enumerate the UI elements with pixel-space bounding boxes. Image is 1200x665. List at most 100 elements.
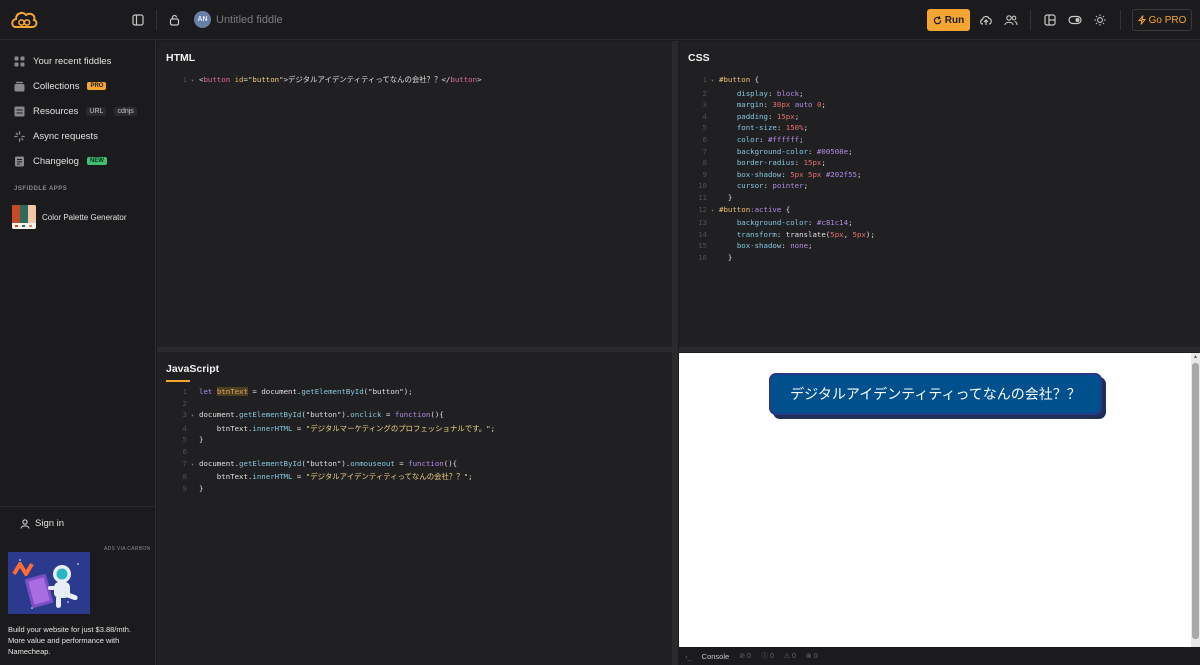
code-line[interactable]: 4 padding: 15px; (693, 111, 875, 123)
code-line[interactable]: 15 box-shadow: none; (693, 240, 875, 252)
code-token: } (719, 192, 733, 202)
code-line[interactable]: 3 margin: 30px auto 0; (693, 99, 875, 111)
demo-button[interactable]: デジタルアイデンティティってなんの会社？？ (769, 373, 1102, 415)
console-count-error: ⊗ 0 (805, 653, 818, 660)
code-line[interactable]: 1 ▾ <button id="button">デジタルアイデンティティってなんの会… (173, 74, 482, 88)
code-line[interactable]: 3 ▾ document.getElementById("button").oncl… (173, 409, 495, 423)
code-token: font-size (736, 123, 777, 133)
code-token: getElementById (239, 410, 302, 420)
code-line[interactable]: 9} (173, 483, 495, 495)
line-number: 10 (698, 181, 707, 191)
code-line[interactable]: 11 } (693, 192, 875, 204)
go-pro-label: Go PRO (1148, 14, 1187, 26)
sign-in-button[interactable]: Sign in (20, 518, 64, 529)
ad-illustration (8, 552, 90, 614)
fold-arrow-icon[interactable]: ▾ (711, 206, 719, 218)
toggle-icon[interactable] (1067, 12, 1083, 28)
sidebar-item-recent-fiddles[interactable]: Your recent fiddles (13, 53, 111, 69)
run-button[interactable]: Run (927, 9, 970, 31)
code-token: id (234, 75, 244, 84)
fold-arrow-icon[interactable]: ▾ (191, 411, 199, 423)
code-line[interactable]: 1 ▾ #button { (693, 74, 875, 88)
sidebar-item-async-requests[interactable]: Async requests (13, 128, 98, 144)
lock-icon[interactable] (166, 12, 182, 28)
code-line[interactable]: 9 box-shadow: 5px 5px #202f55; (693, 169, 875, 181)
app-color-palette-generator[interactable]: Color Palette Generator (12, 205, 127, 229)
code-token: : translate( (776, 229, 831, 239)
code-token: ; (857, 169, 862, 179)
javascript-pane-title: JavaScript (166, 363, 220, 375)
theme-sun-icon[interactable] (1092, 12, 1108, 28)
ad-image[interactable] (8, 552, 90, 614)
sidebar-item-collections[interactable]: Collections PRO (13, 78, 107, 94)
refresh-icon (933, 15, 942, 24)
code-line[interactable]: 5 font-size: 150%; (693, 122, 875, 134)
code-token: display (736, 88, 768, 98)
code-token: btnText. (199, 423, 253, 433)
new-badge: NEW (86, 157, 107, 165)
code-line[interactable]: 8 border-radius: 15px; (693, 157, 875, 169)
code-line[interactable]: 16 } (693, 252, 875, 264)
fold-arrow-icon[interactable]: ▾ (191, 460, 199, 472)
code-line[interactable]: 7 ▾ document.getElementById("button").onmo… (173, 458, 495, 472)
code-token: background-color (736, 218, 809, 228)
avatar[interactable]: AN (194, 11, 211, 28)
code-token: : (808, 218, 817, 228)
code-line[interactable]: 6 (173, 446, 495, 458)
code-token: ("button"). (301, 458, 351, 468)
css-code[interactable]: 1 ▾ #button {2 display: block; 3 margin: 30… (693, 74, 875, 264)
code-line[interactable]: 7 background-color: #00508e; (693, 146, 875, 158)
code-line[interactable]: 6 color: #ffffff; (693, 134, 875, 146)
result-scrollbar[interactable]: ▲ (1191, 353, 1200, 647)
scroll-up-icon[interactable]: ▲ (1193, 354, 1198, 360)
sidebar-item-label: Resources (33, 105, 79, 117)
collaborate-users-icon[interactable] (1003, 12, 1019, 28)
result-preview[interactable]: デジタルアイデンティティってなんの会社？？ (679, 353, 1191, 647)
code-token: { (750, 75, 760, 84)
console-chevron-icon: ›_ (685, 651, 692, 661)
app-label: Color Palette Generator (42, 212, 127, 222)
fiddle-title[interactable]: Untitled fiddle (216, 14, 283, 26)
code-line[interactable]: 4 btnText.innerHTML = "デジタルマーケティングのプロフェッ… (173, 423, 496, 435)
upload-cloud-icon[interactable] (978, 12, 994, 28)
code-token: ; (848, 218, 853, 228)
fold-arrow-icon[interactable]: ▾ (191, 76, 199, 88)
javascript-editor-pane[interactable]: JavaScript 1 let btnText = document.getEl… (157, 352, 672, 665)
html-editor-pane[interactable]: HTML 1 ▾ <button id="button">デジタルアイデンティティっ… (157, 41, 672, 347)
code-line[interactable]: 2 display: block; (693, 88, 875, 100)
go-pro-button[interactable]: Go PRO (1132, 9, 1192, 31)
code-token: onmouseout (350, 458, 395, 468)
code-token: ; (808, 241, 813, 251)
horizontal-splitter-right[interactable] (679, 347, 1200, 352)
code-token: background-color (736, 146, 809, 156)
html-code[interactable]: 1 ▾ <button id="button">デジタルアイデンティティってなんの会… (173, 74, 482, 88)
ad-text[interactable]: Build your website for just $3.88/mth. M… (8, 624, 148, 657)
vertical-splitter[interactable] (672, 41, 678, 665)
javascript-code[interactable]: 1 let btnText = document.getElementById("… (173, 386, 495, 494)
code-line[interactable]: 2 (173, 398, 495, 410)
sidebar-item-resources[interactable]: Resources URL cdnjs (13, 103, 137, 119)
console-bar[interactable]: ›_ Console ⊘ 0 ⓘ 0 ⚠ 0 ⊗ 0 (679, 647, 1200, 665)
code-line[interactable]: 12 ▾ #button:active { (693, 204, 875, 218)
code-token: (){ (443, 458, 458, 468)
code-token: ; (799, 134, 804, 144)
layout-icon[interactable] (1042, 12, 1058, 28)
console-label[interactable]: Console (702, 652, 730, 661)
code-token: ; (490, 423, 496, 433)
code-line[interactable]: 13 background-color: #c81c14; (693, 217, 875, 229)
jsfiddle-logo-icon[interactable] (10, 8, 38, 32)
sidebar-toggle-icon[interactable] (130, 12, 146, 28)
code-line[interactable]: 8 btnText.innerHTML = "デジタルアイデンティティってなんの… (173, 471, 495, 483)
code-line[interactable]: 1 let btnText = document.getElementById("… (173, 386, 495, 398)
spinner-icon (13, 130, 25, 142)
divider (1030, 10, 1031, 30)
code-line[interactable]: 14 transform: translate(5px, 5px); (693, 229, 875, 241)
code-line[interactable]: 5} (173, 434, 495, 446)
code-line[interactable]: 10 cursor: pointer; (693, 180, 875, 192)
fold-arrow-icon[interactable]: ▾ (711, 76, 719, 88)
css-editor-pane[interactable]: CSS 1 ▾ #button {2 display: block; 3 margin… (679, 41, 1200, 347)
sidebar-item-changelog[interactable]: Changelog NEW (13, 153, 107, 169)
code-token: getElementById (301, 387, 364, 396)
scroll-thumb[interactable] (1192, 363, 1199, 639)
